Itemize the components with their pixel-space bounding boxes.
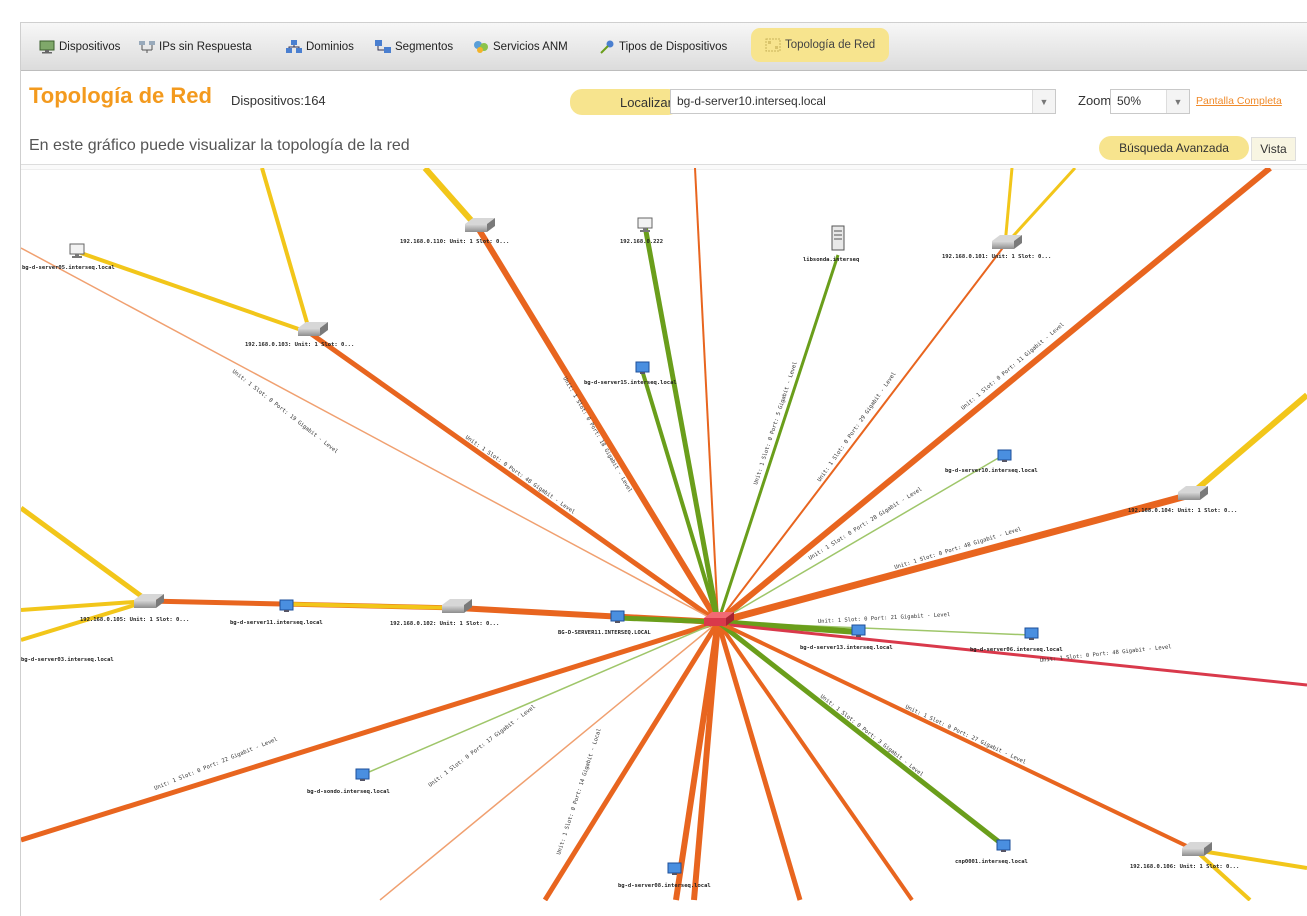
switch-label: 192.168.0.106: Unit: 1 Slot: 0...: [1130, 864, 1239, 870]
switch-label: 192.168.0.101: Unit: 1 Slot: 0...: [942, 254, 1051, 260]
link: [716, 620, 914, 901]
link: [717, 620, 1196, 852]
link: [21, 247, 719, 623]
link: [1003, 168, 1077, 247]
link: [717, 244, 1006, 623]
pc-label: bg-d-server03.interseq.local: [21, 657, 114, 663]
pc-node-11[interactable]: [996, 839, 1011, 852]
link: [308, 330, 720, 625]
link-label: Unit: 1 Slot: 0 Port: 11 Gigabit - Level: [960, 322, 1065, 412]
pc-node-8[interactable]: [1024, 627, 1039, 640]
link-label: Unit: 1 Slot: 0 Port: 5 Gigabit - Level: [753, 361, 799, 486]
link: [284, 602, 459, 610]
link-label: Unit: 1 Slot: 0 Port: 19 Gigabit - Level: [231, 369, 339, 455]
link-label: Unit: 1 Slot: 0 Port: 48 Gigabit - Level: [464, 435, 576, 516]
switch-node-4[interactable]: [1178, 486, 1208, 500]
pc-node-1[interactable]: [69, 243, 85, 258]
pc-label: BG-D-SERVER11.INTERSEQ.LOCAL: [558, 630, 651, 636]
pc-label: cnp0001.interseq.local: [955, 859, 1028, 865]
link-label: Unit: 1 Slot: 0 Port: 17 Gigabit - Level: [428, 704, 537, 789]
link: [361, 621, 719, 776]
pc-label: bg-d-sondo.interseq.local: [307, 789, 390, 795]
switch-label: 192.168.0.102: Unit: 1 Slot: 0...: [390, 621, 499, 627]
pc-node-3[interactable]: [635, 361, 650, 374]
switch-label: 192.168.0.105: Unit: 1 Slot: 0...: [80, 617, 189, 623]
link: [716, 254, 840, 623]
pc-node-7[interactable]: [851, 624, 866, 637]
link-layer: [21, 168, 1307, 901]
pc-node-2[interactable]: [637, 217, 653, 232]
link-label: Unit: 1 Slot: 0 Port: 27 Gigabit - Level: [904, 704, 1027, 765]
link: [716, 168, 1272, 625]
link-label: Unit: 1 Slot: 0 Port: 21 Gigabit - Level: [818, 612, 951, 625]
pc-label: bg-d-server15.interseq.local: [584, 380, 677, 386]
link: [422, 168, 481, 230]
link-label: Unit: 1 Slot: 0 Port: 18 Gigabit - Level: [561, 376, 632, 494]
link-label: Unit: 1 Slot: 0 Port: 14 Gigabit - Local: [556, 728, 603, 856]
pc-node-6[interactable]: [610, 610, 625, 623]
server-node-1[interactable]: [831, 225, 845, 251]
link: [1003, 168, 1014, 246]
pc-node-5[interactable]: [279, 599, 294, 612]
link: [715, 621, 803, 901]
link: [717, 456, 1001, 623]
switch-label: 192.168.0.104: Unit: 1 Slot: 0...: [1128, 508, 1237, 514]
pc-label: bg-d-server10.interseq.local: [945, 468, 1038, 474]
link: [379, 621, 719, 901]
node-layer: 192.168.0.110: Unit: 1 Slot: 0... 192.16…: [21, 217, 1239, 889]
link: [542, 620, 721, 901]
switch-node-3[interactable]: [992, 235, 1022, 249]
switch-node-2[interactable]: [298, 322, 328, 336]
link: [717, 491, 1191, 626]
pc-label: bg-d-server06.interseq.local: [970, 647, 1063, 653]
pc-label: bg-d-server11.interseq.local: [230, 620, 323, 626]
switch-label: 192.168.0.103: Unit: 1 Slot: 0...: [245, 342, 354, 348]
pc-node-9[interactable]: [355, 768, 370, 781]
pc-label: bg-d-server08.interseq.local: [618, 883, 711, 889]
pc-label: 192.168.0.222: [620, 239, 663, 245]
switch-label: 192.168.0.110: Unit: 1 Slot: 0...: [400, 239, 509, 245]
link-label: Unit: 1 Slot: 0 Port: 29 Gigabit - Level: [817, 371, 898, 483]
link: [21, 619, 719, 843]
topology-graph[interactable]: Unit: 1 Slot: 0 Port: 19 Gigabit - Level…: [0, 0, 1307, 915]
pc-node-10[interactable]: [667, 862, 682, 875]
pc-label: bg-d-server05.interseq.local: [22, 265, 115, 271]
server-label: libsonda.interseq: [803, 257, 859, 263]
pc-label: bg-d-server13.interseq.local: [800, 645, 893, 651]
link: [1188, 392, 1307, 498]
link: [21, 505, 150, 604]
link: [260, 168, 312, 334]
pc-node-4[interactable]: [997, 449, 1012, 462]
